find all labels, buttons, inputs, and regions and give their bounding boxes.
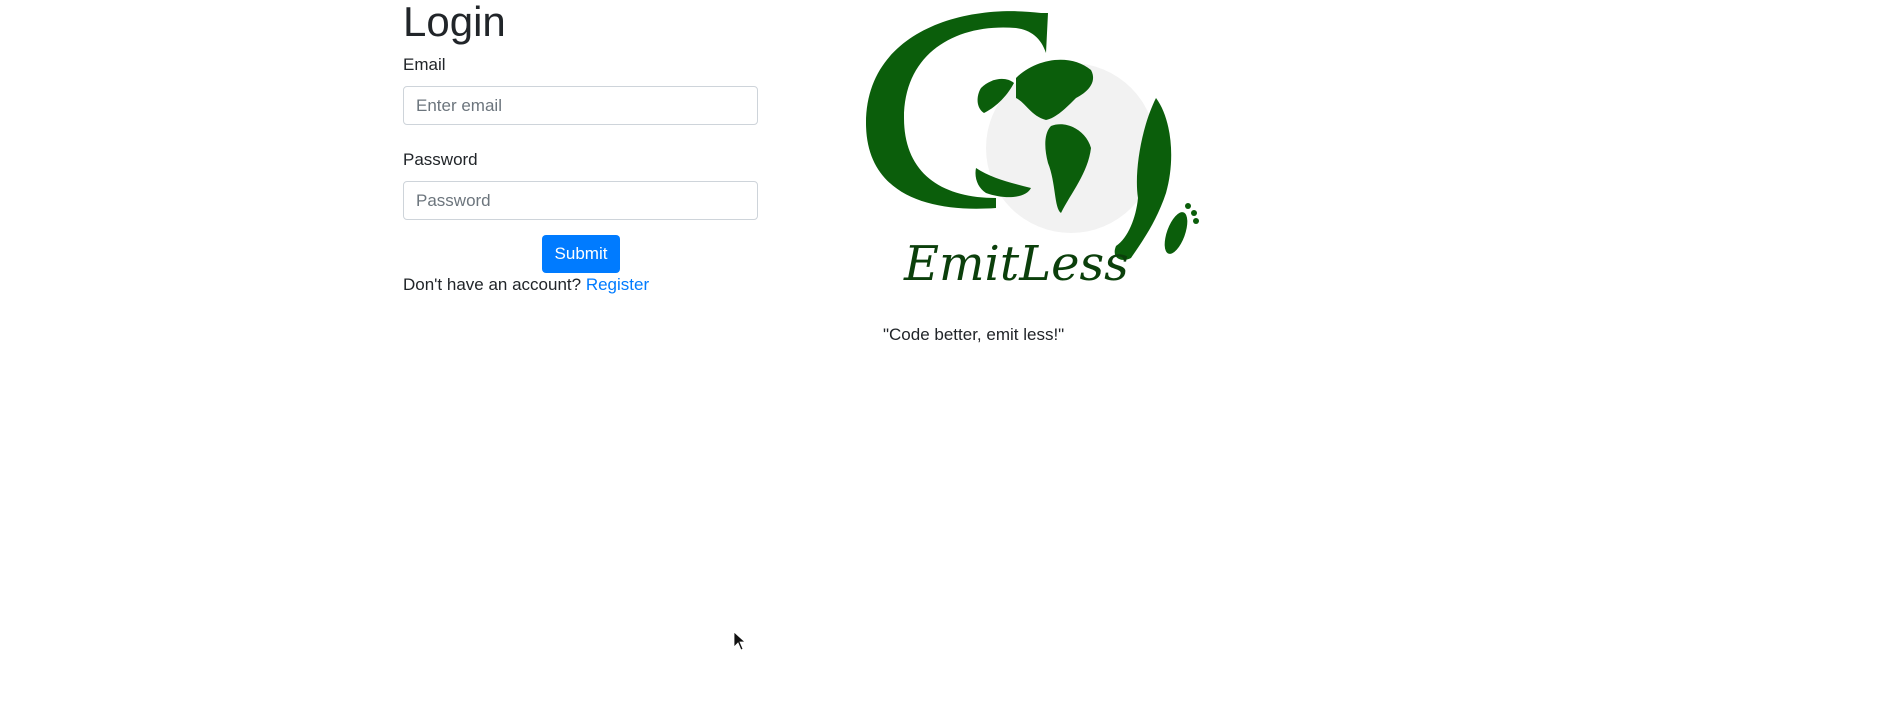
- toe-shape: [1193, 218, 1199, 224]
- submit-button[interactable]: Submit: [542, 235, 620, 273]
- mouse-cursor-icon: [733, 631, 745, 651]
- page-title: Login: [403, 0, 506, 45]
- tagline: "Code better, emit less!": [883, 325, 1065, 344]
- register-link[interactable]: Register: [586, 275, 649, 294]
- emitless-logo: EmitLess: [866, 11, 1199, 292]
- email-field[interactable]: [403, 86, 758, 125]
- email-label: Email: [403, 55, 446, 74]
- register-prompt-line: Don't have an account? Register: [403, 275, 649, 295]
- password-label: Password: [403, 150, 478, 169]
- logo-text: EmitLess: [903, 236, 1129, 292]
- register-prompt-text: Don't have an account?: [403, 275, 582, 294]
- toe-shape: [1185, 203, 1191, 209]
- footprint-shape: [1164, 212, 1188, 254]
- password-field[interactable]: [403, 181, 758, 220]
- toe-shape: [1191, 210, 1197, 216]
